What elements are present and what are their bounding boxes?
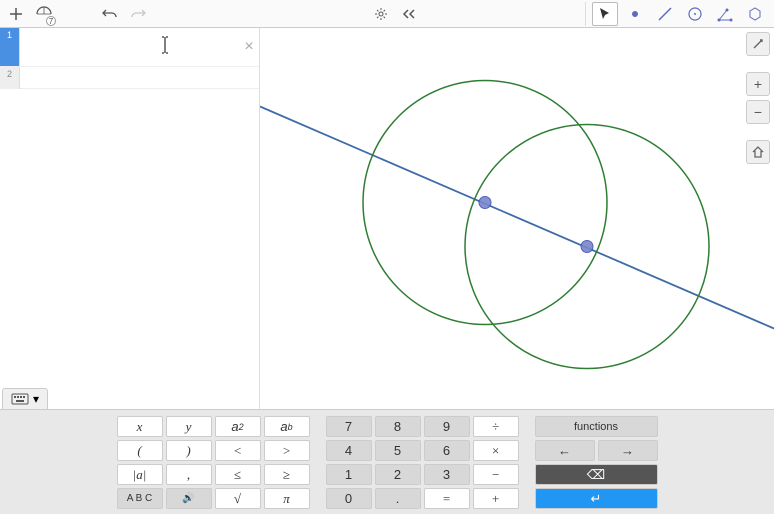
algebra-panel: 1 × 2 [0,28,260,409]
key-ge[interactable]: ≥ [264,464,310,485]
key-sq[interactable]: a2 [215,416,261,437]
line-object[interactable] [260,107,774,329]
expression-input-1[interactable] [20,28,239,66]
chevron-down-icon: ▾ [33,392,39,406]
key-abs[interactable]: |a| [117,464,163,485]
key-3[interactable]: 3 [424,464,470,485]
key-8[interactable]: 8 [375,416,421,437]
add-icon[interactable] [6,4,26,24]
key-7[interactable]: 7 [326,416,372,437]
key-dot[interactable]: . [375,488,421,509]
key-left[interactable]: ← [535,440,595,461]
key-2[interactable]: 2 [375,464,421,485]
key-lparen[interactable]: ( [117,440,163,461]
key-div[interactable]: ÷ [473,416,519,437]
virtual-keyboard: x y a2 ab ( ) < > |a| , ≤ ≥ A B C 🔊 √ π … [0,409,774,514]
key-6[interactable]: 6 [424,440,470,461]
close-icon[interactable]: × [239,38,259,56]
key-comma[interactable]: , [166,464,212,485]
settings-button[interactable] [746,32,770,56]
point-1[interactable] [479,197,491,209]
globe-icon[interactable]: 7 [34,4,54,24]
gear-icon[interactable] [371,4,391,24]
home-button[interactable] [746,140,770,164]
key-pi[interactable]: π [264,488,310,509]
line-tool[interactable] [652,2,678,26]
key-abc[interactable]: A B C [117,488,163,509]
zoom-in-button[interactable]: + [746,72,770,96]
keyboard-icon [11,393,29,405]
key-rparen[interactable]: ) [166,440,212,461]
key-0[interactable]: 0 [326,488,372,509]
key-mul[interactable]: × [473,440,519,461]
algebra-row-1[interactable]: 1 × [0,28,259,67]
row-number: 1 [0,28,20,66]
key-lt[interactable]: < [215,440,261,461]
key-4[interactable]: 4 [326,440,372,461]
row-number: 2 [0,67,20,89]
key-eq[interactable]: = [424,488,470,509]
redo-icon[interactable] [128,4,148,24]
main-area: 1 × 2 [0,28,774,409]
point-2[interactable] [581,241,593,253]
key-right[interactable]: → [598,440,658,461]
geometry-svg [260,28,774,409]
angle-tool[interactable] [712,2,738,26]
key-5[interactable]: 5 [375,440,421,461]
circle-tool[interactable] [682,2,708,26]
key-1[interactable]: 1 [326,464,372,485]
zoom-out-button[interactable]: − [746,100,770,124]
point-tool[interactable] [622,2,648,26]
key-sub[interactable]: − [473,464,519,485]
top-toolbar: 7 [0,0,774,28]
key-backspace[interactable]: ⌫ [535,464,658,485]
keyboard-toggle[interactable]: ▾ [2,388,48,409]
collapse-icon[interactable] [399,4,419,24]
key-sound[interactable]: 🔊 [166,488,212,509]
algebra-row-2[interactable]: 2 [0,67,259,89]
move-tool[interactable] [592,2,618,26]
key-y[interactable]: y [166,416,212,437]
key-group-numpad: 7 8 9 ÷ 4 5 6 × 1 2 3 − 0 . = + [326,416,519,508]
key-group-actions: functions ← → ⌫ ↵ [535,416,658,508]
key-gt[interactable]: > [264,440,310,461]
key-functions[interactable]: functions [535,416,658,437]
graphics-canvas[interactable] [260,28,774,409]
key-9[interactable]: 9 [424,416,470,437]
key-add[interactable]: + [473,488,519,509]
key-sqrt[interactable]: √ [215,488,261,509]
key-enter[interactable]: ↵ [535,488,658,509]
key-group-symbols: x y a2 ab ( ) < > |a| , ≤ ≥ A B C 🔊 √ π [117,416,310,508]
geometry-tools [585,2,768,26]
polygon-tool[interactable] [742,2,768,26]
undo-icon[interactable] [100,4,120,24]
key-x[interactable]: x [117,416,163,437]
key-le[interactable]: ≤ [215,464,261,485]
key-pow[interactable]: ab [264,416,310,437]
side-controls: + − [746,32,770,164]
